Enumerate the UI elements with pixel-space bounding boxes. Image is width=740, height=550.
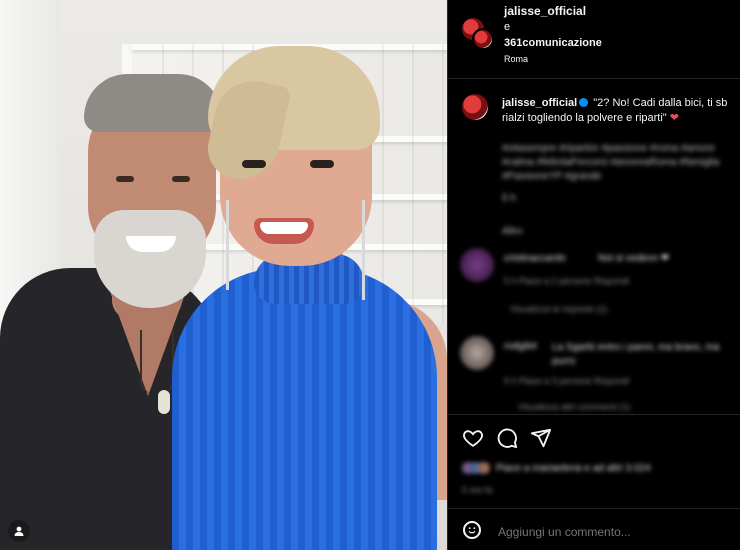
collaborator-username[interactable]: 361comunicazione [504,37,602,49]
comment-input[interactable] [496,524,730,540]
caption-avatar[interactable] [462,94,488,120]
view-replies-link[interactable]: Visualizza le risposte (1) [510,304,607,314]
post-header: jalisse_official e 361comunicazione Roma [448,0,740,79]
man-eye-right [172,176,190,182]
liker-avatar[interactable] [478,462,490,474]
add-comment-bar [448,508,740,550]
collaborator-avatar[interactable] [472,28,494,50]
earring-left [226,200,229,290]
comment-text: La Sgarbi entro i panni, ma bravo, ma pu… [552,342,720,367]
woman-eye-right [310,160,334,168]
man-hair [84,74,222,132]
likes-count[interactable]: Piace a mariaelena e ad altri 3.024 [496,463,651,474]
caption-hashtags: #vitasempre #ripartire #passione #roma #… [502,143,720,182]
necklace-cord [140,330,174,394]
post-actions-bar [448,414,740,459]
post-side-panel: jalisse_official e 361comunicazione Roma… [447,0,740,550]
man-eye-left [116,176,134,182]
paper-plane-icon[interactable] [530,427,552,449]
heart-outline-icon[interactable] [462,427,484,449]
instagram-post-modal: jalisse_official e 361comunicazione Roma… [0,0,740,550]
post-photo[interactable] [0,0,447,550]
comment-meta[interactable]: 5 h Piace a 2 persone Rispondi [504,276,629,286]
earring-right [362,200,365,300]
post-age: 5 ore fa [462,485,493,495]
woman-eye-left [242,160,266,168]
emoji-smile-icon[interactable] [463,521,481,539]
post-caption: jalisse_official "2? No! Cadi dalla bici… [502,96,738,126]
comment-text: Noi si vedevo ❤ [598,253,670,264]
comment-username[interactable]: cristinaccardo [504,253,566,264]
author-username[interactable]: jalisse_official [504,4,586,18]
view-replies-link[interactable]: Visualizza altri commenti (1) [518,402,630,412]
verified-badge-icon [579,98,589,107]
post-location[interactable]: Roma [504,54,528,64]
necklace-pendant [158,390,170,414]
caption-time: 5 h [502,193,516,204]
comment-meta[interactable]: 5 h Piace a 3 persone Rispondi [504,376,629,386]
collab-conjunction: e [504,21,511,33]
caption-username[interactable]: jalisse_official [502,97,577,109]
user-tag-icon[interactable] [8,520,30,542]
comment-avatar[interactable] [460,336,494,370]
comment-avatar[interactable] [460,248,494,282]
comment-bubble-icon[interactable] [496,427,518,449]
woman-blue-dress [172,268,437,550]
more-link[interactable]: Altro [502,226,523,237]
red-heart-emoji: ❤ [669,112,679,124]
woman-smile [260,222,308,234]
comment-username[interactable]: rodgilet [504,341,537,352]
